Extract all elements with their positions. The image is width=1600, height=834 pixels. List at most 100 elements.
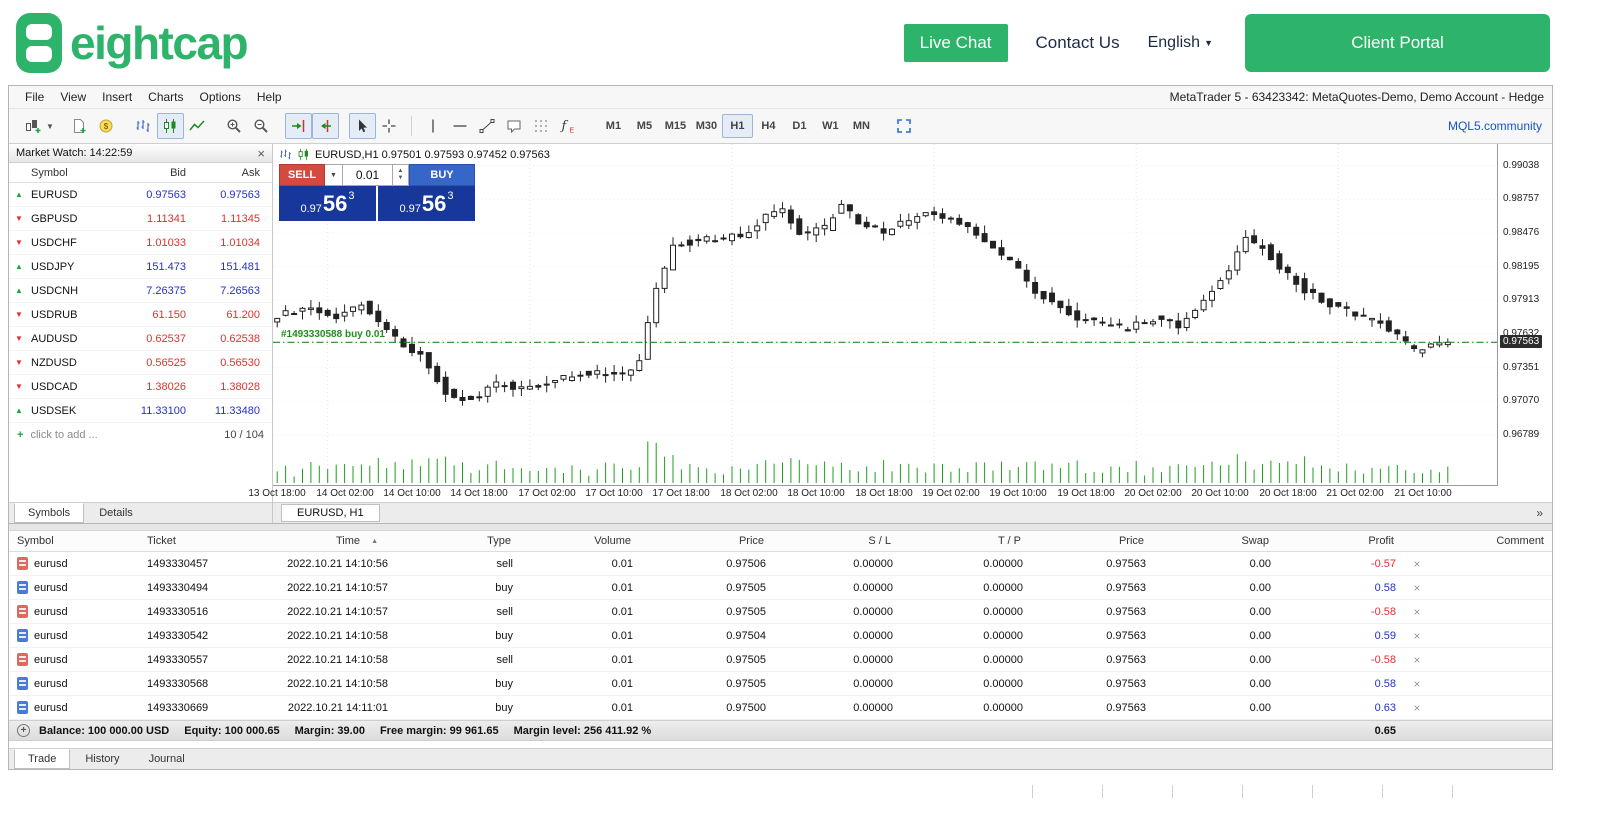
mw-col-bid[interactable]: Bid	[120, 167, 192, 179]
tool-horizontal-line[interactable]	[447, 113, 474, 139]
close-position-icon[interactable]: ×	[1402, 701, 1432, 715]
tool-chart-shift[interactable]	[312, 113, 339, 139]
live-chat-button[interactable]: Live Chat	[904, 24, 1008, 62]
tool-crosshair[interactable]	[376, 113, 403, 139]
menu-options[interactable]: Options	[192, 88, 249, 106]
menu-insert[interactable]: Insert	[94, 88, 140, 106]
col-ticket[interactable]: Ticket	[139, 535, 261, 547]
position-row[interactable]: eurusd 1493330669 2022.10.21 14:11:01 bu…	[9, 696, 1552, 720]
tool-text-balloon[interactable]	[501, 113, 528, 139]
timeframe-m1[interactable]: M1	[598, 114, 629, 138]
timeframe-m30[interactable]: M30	[691, 114, 722, 138]
position-row[interactable]: eurusd 1493330542 2022.10.21 14:10:58 bu…	[9, 624, 1552, 648]
market-watch-row[interactable]: ▼ USDCHF 1.01033 1.01034	[9, 231, 272, 255]
col-volume[interactable]: Volume	[519, 535, 639, 547]
col-profit[interactable]: Profit	[1277, 535, 1402, 547]
tool-bar-chart[interactable]	[130, 113, 157, 139]
market-watch-row[interactable]: ▼ GBPUSD 1.11341 1.11345	[9, 207, 272, 231]
menu-file[interactable]: File	[17, 88, 52, 106]
timeframe-d1[interactable]: D1	[784, 114, 815, 138]
position-row[interactable]: eurusd 1493330557 2022.10.21 14:10:58 se…	[9, 648, 1552, 672]
position-row[interactable]: eurusd 1493330516 2022.10.21 14:10:57 se…	[9, 600, 1552, 624]
market-watch-add-row[interactable]: + click to add ... 10 / 104	[9, 423, 272, 447]
mw-col-ask[interactable]: Ask	[192, 167, 266, 179]
stepper-down-icon[interactable]: ▼	[398, 175, 404, 182]
market-watch-row[interactable]: ▲ USDSEK 11.33100 11.33480	[9, 399, 272, 423]
market-watch-tab-symbols[interactable]: Symbols	[14, 503, 84, 523]
col-price[interactable]: Price	[1029, 535, 1152, 547]
position-row[interactable]: eurusd 1493330457 2022.10.21 14:10:56 se…	[9, 552, 1552, 576]
position-row[interactable]: eurusd 1493330494 2022.10.21 14:10:57 bu…	[9, 576, 1552, 600]
more-tabs-icon[interactable]: »	[1536, 506, 1552, 520]
time-axis[interactable]: 13 Oct 18:0014 Oct 02:0014 Oct 10:0014 O…	[273, 485, 1498, 502]
col-price[interactable]: Price	[639, 535, 772, 547]
chart-tab-eurusd-h1[interactable]: EURUSD, H1	[281, 504, 380, 522]
market-watch-row[interactable]: ▼ USDRUB 61.150 61.200	[9, 303, 272, 327]
mql5-community-link[interactable]: MQL5.community	[1448, 119, 1542, 133]
mw-col-symbol[interactable]: Symbol	[31, 167, 120, 179]
close-position-icon[interactable]: ×	[1402, 605, 1432, 619]
market-watch-row[interactable]: ▼ NZDUSD 0.56525 0.56530	[9, 351, 272, 375]
tool-candle-chart[interactable]	[157, 113, 184, 139]
timeframe-w1[interactable]: W1	[815, 114, 846, 138]
eightcap-logo[interactable]: eightcap	[16, 13, 247, 73]
close-position-icon[interactable]: ×	[1402, 677, 1432, 691]
client-portal-button[interactable]: Client Portal	[1245, 14, 1550, 72]
language-selector[interactable]: English ▼	[1148, 34, 1213, 52]
tool-new-chart[interactable]	[19, 113, 46, 139]
menu-view[interactable]: View	[52, 88, 94, 106]
volume-stepper[interactable]: ▲▼	[393, 164, 409, 186]
menu-help[interactable]: Help	[249, 88, 290, 106]
timeframe-m15[interactable]: M15	[660, 114, 691, 138]
tool-indicators[interactable]: ƒE	[555, 113, 582, 139]
col-sl[interactable]: S / L	[772, 535, 899, 547]
tool-vertical-line[interactable]	[420, 113, 447, 139]
close-position-icon[interactable]: ×	[1402, 629, 1432, 643]
tool-line-chart[interactable]	[184, 113, 211, 139]
contact-us-link[interactable]: Contact Us	[1036, 33, 1120, 53]
volume-dropdown-button[interactable]: ▼	[325, 164, 343, 186]
tool-fullscreen[interactable]	[891, 113, 918, 139]
market-watch-row[interactable]: ▼ USDCAD 1.38026 1.38028	[9, 375, 272, 399]
toolbox-tab-journal[interactable]: Journal	[135, 749, 199, 769]
timeframe-h1[interactable]: H1	[722, 114, 753, 138]
close-position-icon[interactable]: ×	[1402, 557, 1432, 571]
col-time[interactable]: Time ▲	[261, 535, 394, 547]
price-axis[interactable]: 0.990380.987570.984760.981950.979130.976…	[1498, 144, 1552, 485]
close-position-icon[interactable]: ×	[1402, 653, 1432, 667]
toolbox-tab-history[interactable]: History	[71, 749, 133, 769]
position-row[interactable]: eurusd 1493330568 2022.10.21 14:10:58 bu…	[9, 672, 1552, 696]
dropdown-caret-icon[interactable]: ▼	[46, 122, 54, 131]
tool-trend-line[interactable]	[474, 113, 501, 139]
market-watch-row[interactable]: ▲ EURUSD 0.97563 0.97563	[9, 183, 272, 207]
timeframe-m5[interactable]: M5	[629, 114, 660, 138]
tool-deposit[interactable]: $	[93, 113, 120, 139]
tool-auto-scroll[interactable]	[285, 113, 312, 139]
market-watch-tab-details[interactable]: Details	[85, 503, 147, 523]
tool-objects-grid[interactable]	[528, 113, 555, 139]
market-watch-row[interactable]: ▲ USDCNH 7.26375 7.26563	[9, 279, 272, 303]
close-position-icon[interactable]: ×	[1402, 581, 1432, 595]
market-watch-row[interactable]: ▼ AUDUSD 0.62537 0.62538	[9, 327, 272, 351]
expand-icon[interactable]: +	[17, 724, 30, 737]
sell-button[interactable]: SELL	[279, 164, 325, 186]
volume-input[interactable]: 0.01	[343, 164, 393, 186]
chart-plot[interactable]: EURUSD,H1 0.97501 0.97593 0.97452 0.9756…	[273, 144, 1498, 485]
close-icon[interactable]: ×	[257, 147, 265, 160]
sell-price-display[interactable]: 0.97 56 3	[279, 186, 376, 221]
col-tp[interactable]: T / P	[899, 535, 1029, 547]
tool-new-order[interactable]	[66, 113, 93, 139]
market-watch-row[interactable]: ▲ USDJPY 151.473 151.481	[9, 255, 272, 279]
buy-button[interactable]: BUY	[409, 164, 475, 186]
col-type[interactable]: Type	[394, 535, 519, 547]
tool-zoom-out[interactable]	[248, 113, 275, 139]
tool-cursor[interactable]	[349, 113, 376, 139]
timeframe-mn[interactable]: MN	[846, 114, 877, 138]
stepper-up-icon[interactable]: ▲	[398, 168, 404, 175]
menu-charts[interactable]: Charts	[140, 88, 191, 106]
tool-zoom-in[interactable]	[221, 113, 248, 139]
panel-splitter[interactable]	[9, 524, 1552, 531]
timeframe-h4[interactable]: H4	[753, 114, 784, 138]
buy-price-display[interactable]: 0.97 56 3	[378, 186, 475, 221]
col-symbol[interactable]: Symbol	[9, 535, 139, 547]
